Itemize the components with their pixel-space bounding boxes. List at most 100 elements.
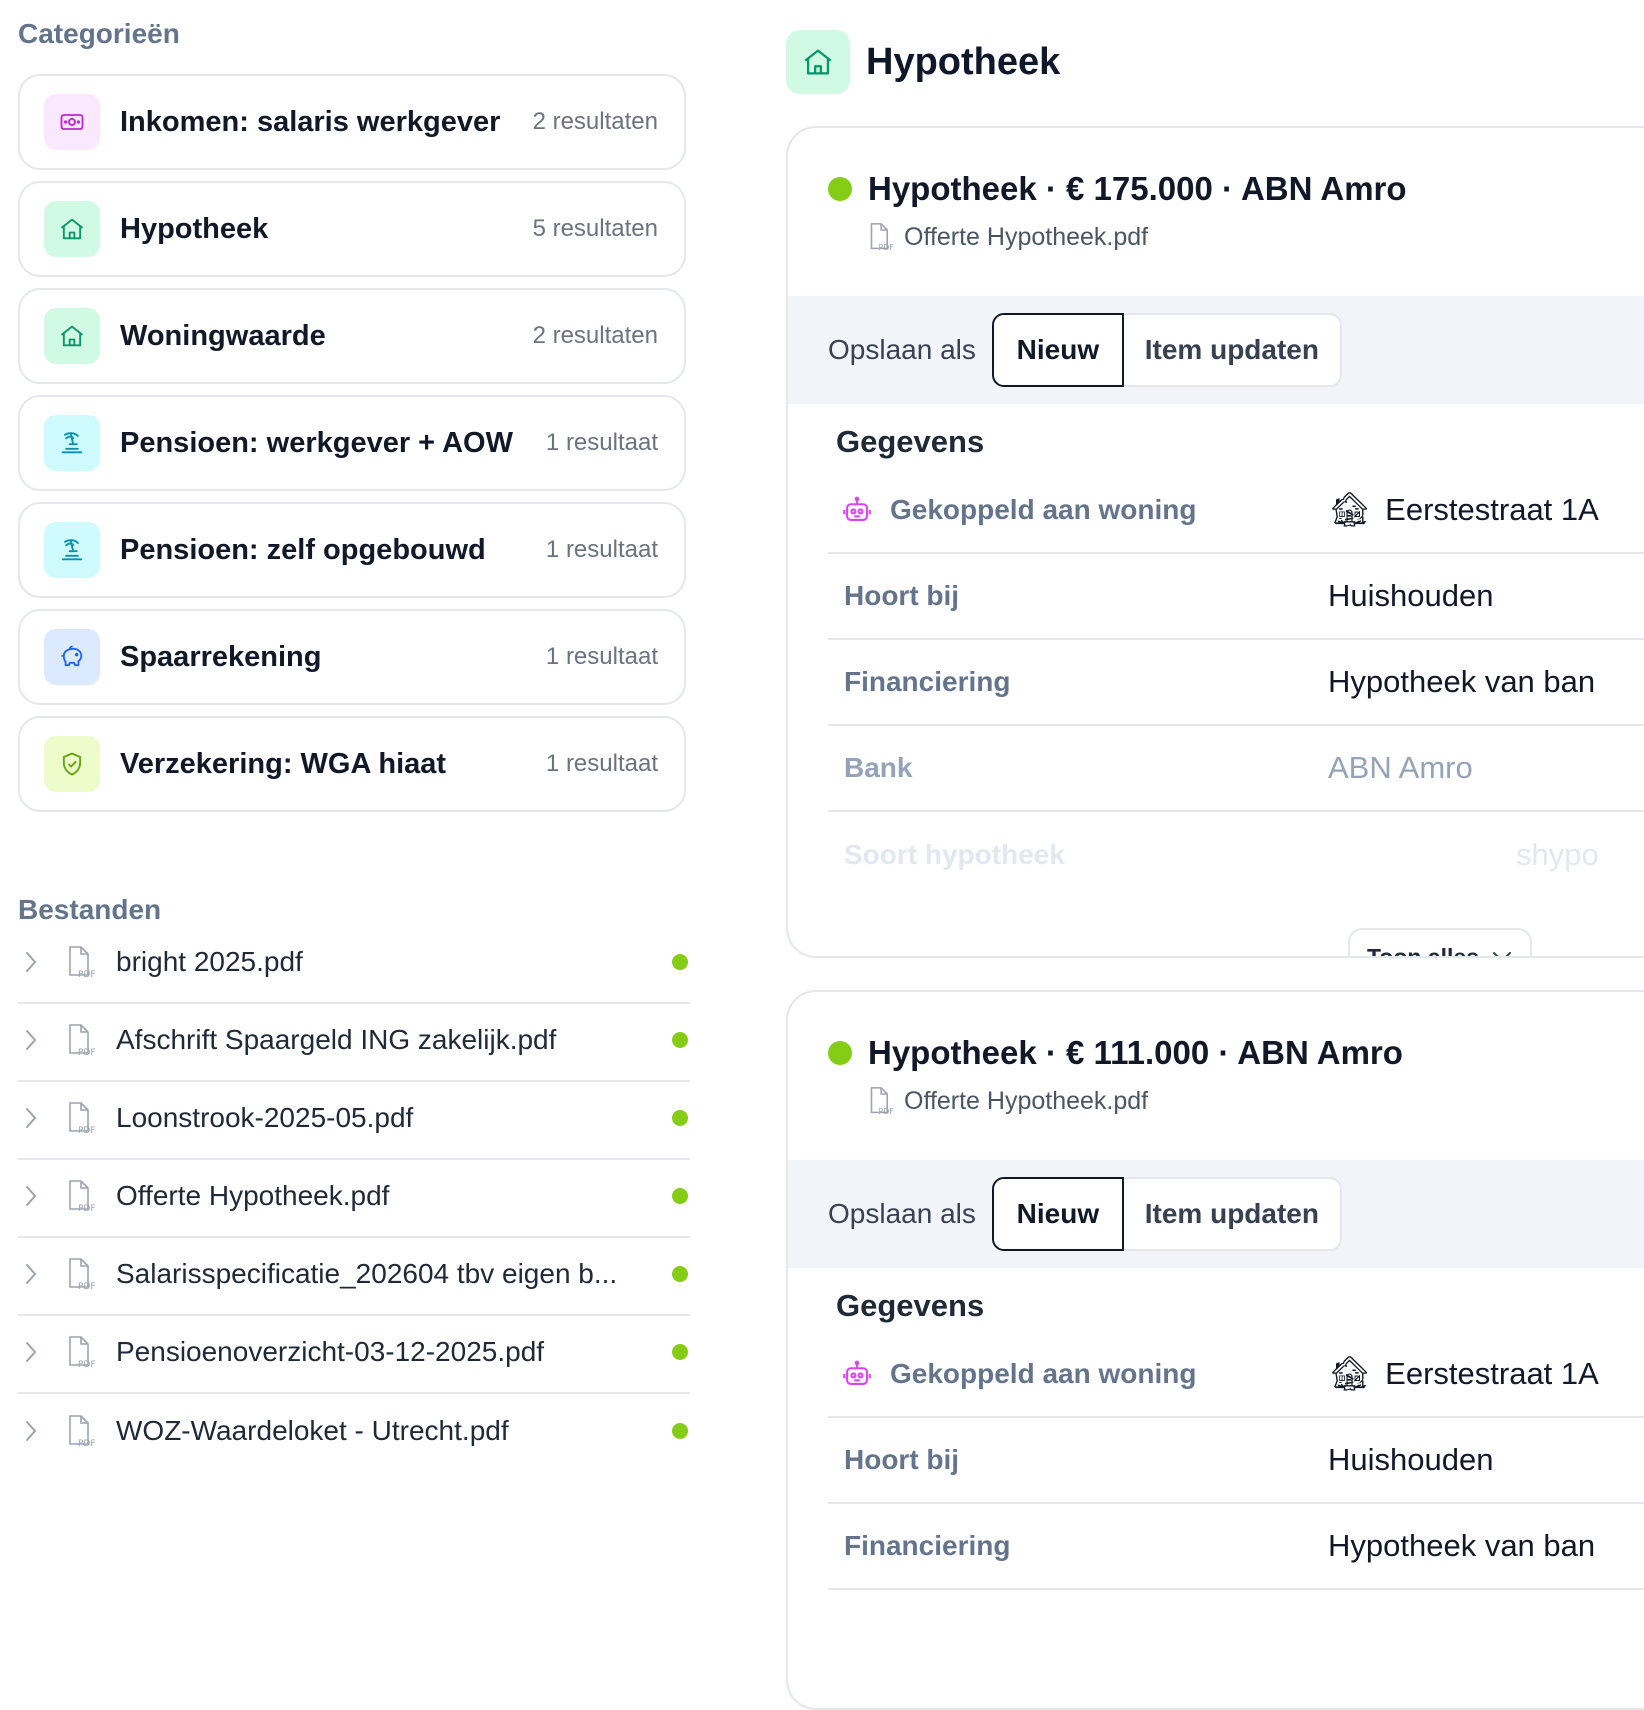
detail-label: Hoort bij [844, 1444, 960, 1475]
source-file-link[interactable]: PDF Offerte Hypotheek.pdf [868, 1086, 1644, 1116]
category-label: Pensioen: zelf opgebouwd [120, 533, 486, 566]
file-name: Pensioenoverzicht-03-12-2025.pdf [116, 1336, 545, 1367]
details-title: Gegevens [836, 1288, 985, 1323]
mortgage-card: Hypotheek · € 175.000 · ABN Amro PDF Off… [786, 126, 1644, 958]
detail-value: Hypotheek van ban [1328, 664, 1596, 699]
detail-row-linked-home[interactable]: Gekoppeld aan woning 🏚 Eerstestraat 1A [828, 1332, 1644, 1418]
palm-icon [44, 522, 100, 578]
mortgage-card: Hypotheek · € 111.000 · ABN Amro PDF Off… [786, 990, 1644, 1710]
file-row[interactable]: PDF bright 2025.pdf [18, 922, 690, 1004]
category-item-pensioen-zelf[interactable]: Pensioen: zelf opgebouwd 1 resultaat [18, 502, 686, 598]
pdf-file-icon: PDF [66, 1101, 102, 1135]
piggy-bank-icon [44, 629, 100, 685]
svg-text:PDF: PDF [78, 1439, 96, 1448]
svg-text:PDF: PDF [78, 1048, 96, 1057]
category-item-spaarrekening[interactable]: Spaarrekening 1 resultaat [18, 609, 686, 705]
pdf-file-icon: PDF [66, 1257, 102, 1291]
detail-row-financing[interactable]: Financiering Hypotheek van ban [828, 1504, 1644, 1590]
svg-text:PDF: PDF [78, 1204, 96, 1213]
detail-panel: Hypotheek Hypotheek · € 175.000 · ABN Am… [786, 0, 1644, 1710]
category-item-hypotheek[interactable]: Hypotheek 5 resultaten [18, 181, 686, 277]
file-row[interactable]: PDF Loonstrook-2025-05.pdf [18, 1078, 690, 1160]
source-file-link[interactable]: PDF Offerte Hypotheek.pdf [868, 222, 1644, 252]
detail-label: Gekoppeld aan woning [828, 493, 1328, 527]
detail-row-linked-home[interactable]: Gekoppeld aan woning 🏚 Eerstestraat 1A [828, 468, 1644, 554]
detail-value: Huishouden [1328, 578, 1494, 613]
save-mode-toggle: Nieuw Item updaten [991, 1177, 1342, 1251]
file-name: bright 2025.pdf [116, 946, 303, 977]
chevron-down-icon [1491, 950, 1513, 956]
category-label: Verzekering: WGA hiaat [120, 747, 447, 780]
category-count: 1 resultaat [545, 429, 658, 456]
detail-value-text: Eerstestraat 1A [1385, 1356, 1599, 1391]
category-count: 2 resultaten [532, 322, 658, 349]
file-row[interactable]: PDF Offerte Hypotheek.pdf [18, 1156, 690, 1238]
detail-value: shypo [1516, 837, 1599, 873]
page-title: Hypotheek [866, 40, 1061, 83]
detail-row-financing[interactable]: Financiering Hypotheek van ban [828, 640, 1644, 726]
file-row[interactable]: PDF Salarisspecificatie_202604 tbv eigen… [18, 1234, 690, 1316]
update-item-button[interactable]: Item updaten [1123, 313, 1342, 387]
chevron-right-icon[interactable] [24, 1028, 54, 1052]
pdf-file-icon: PDF [66, 1414, 102, 1448]
detail-label-text: Gekoppeld aan woning [890, 494, 1197, 525]
detail-row-belongs-to[interactable]: Hoort bij Huishouden [828, 554, 1644, 640]
file-row[interactable]: PDF Afschrift Spaargeld ING zakelijk.pdf [18, 1000, 690, 1082]
file-name: Offerte Hypotheek.pdf [116, 1180, 390, 1211]
category-label: Spaarrekening [120, 640, 322, 673]
chevron-right-icon[interactable] [24, 1340, 54, 1364]
status-dot [672, 1110, 688, 1126]
pdf-file-icon: PDF [870, 1087, 895, 1116]
category-item-pensioen-werkgever[interactable]: Pensioen: werkgever + AOW 1 resultaat [18, 395, 686, 491]
svg-text:PDF: PDF [78, 970, 96, 979]
card-title: Hypotheek · € 111.000 · ABN Amro [868, 1034, 1403, 1071]
detail-value: 🏚 Eerstestraat 1A [1328, 490, 1599, 530]
status-dot [672, 1423, 688, 1439]
detail-row-belongs-to[interactable]: Hoort bij Huishouden [828, 1418, 1644, 1504]
chevron-right-icon[interactable] [24, 950, 54, 974]
file-name: Loonstrook-2025-05.pdf [116, 1102, 414, 1133]
svg-text:PDF: PDF [879, 1107, 895, 1116]
save-as-label: Opslaan als [828, 334, 976, 365]
pdf-file-icon: PDF [66, 945, 102, 979]
detail-row-bank[interactable]: Bank ABN Amro [828, 726, 1644, 812]
chevron-right-icon[interactable] [24, 1184, 54, 1208]
chevron-right-icon[interactable] [24, 1106, 54, 1130]
category-item-verzekering[interactable]: Verzekering: WGA hiaat 1 resultaat [18, 716, 686, 812]
source-file-name: Offerte Hypotheek.pdf [904, 222, 1149, 251]
category-count: 2 resultaten [532, 108, 658, 135]
show-all-label: Toon alles [1366, 943, 1480, 958]
detail-value: Hypotheek van ban [1328, 1528, 1596, 1563]
save-new-button[interactable]: Nieuw [991, 313, 1124, 387]
detail-value: 🏚 Eerstestraat 1A [1328, 1354, 1599, 1394]
status-dot [672, 1266, 688, 1282]
home-icon [44, 308, 100, 364]
detail-value: ABN Amro [1328, 750, 1473, 785]
home-icon [786, 30, 850, 94]
svg-text:PDF: PDF [78, 1282, 96, 1291]
file-name: WOZ-Waardeloket - Utrecht.pdf [116, 1415, 509, 1446]
detail-label-text: Gekoppeld aan woning [890, 1358, 1197, 1389]
file-row[interactable]: PDF WOZ-Waardeloket - Utrecht.pdf [18, 1390, 690, 1472]
show-all-button[interactable]: Toon alles [1348, 928, 1532, 958]
robot-icon [843, 496, 871, 521]
chevron-right-icon[interactable] [24, 1262, 54, 1286]
status-dot [672, 1344, 688, 1360]
chevron-right-icon[interactable] [24, 1419, 54, 1443]
category-label: Hypotheek [120, 212, 269, 245]
file-row[interactable]: PDF Pensioenoverzicht-03-12-2025.pdf [18, 1312, 690, 1394]
category-count: 1 resultaat [545, 536, 658, 563]
update-item-button[interactable]: Item updaten [1123, 1177, 1342, 1251]
robot-icon [843, 1360, 871, 1385]
save-new-button[interactable]: Nieuw [991, 1177, 1124, 1251]
save-bar: Opslaan als Nieuw Item updaten [788, 1160, 1644, 1268]
detail-label: Bank [844, 752, 913, 783]
status-dot [672, 1188, 688, 1204]
category-item-inkomen[interactable]: Inkomen: salaris werkgever 2 resultaten [18, 74, 686, 170]
category-count: 5 resultaten [532, 215, 658, 242]
detail-label: Soort hypotheek [844, 839, 1065, 870]
svg-text:PDF: PDF [879, 243, 895, 252]
category-item-woningwaarde[interactable]: Woningwaarde 2 resultaten [18, 288, 686, 384]
status-dot [672, 954, 688, 970]
palm-icon [44, 415, 100, 471]
